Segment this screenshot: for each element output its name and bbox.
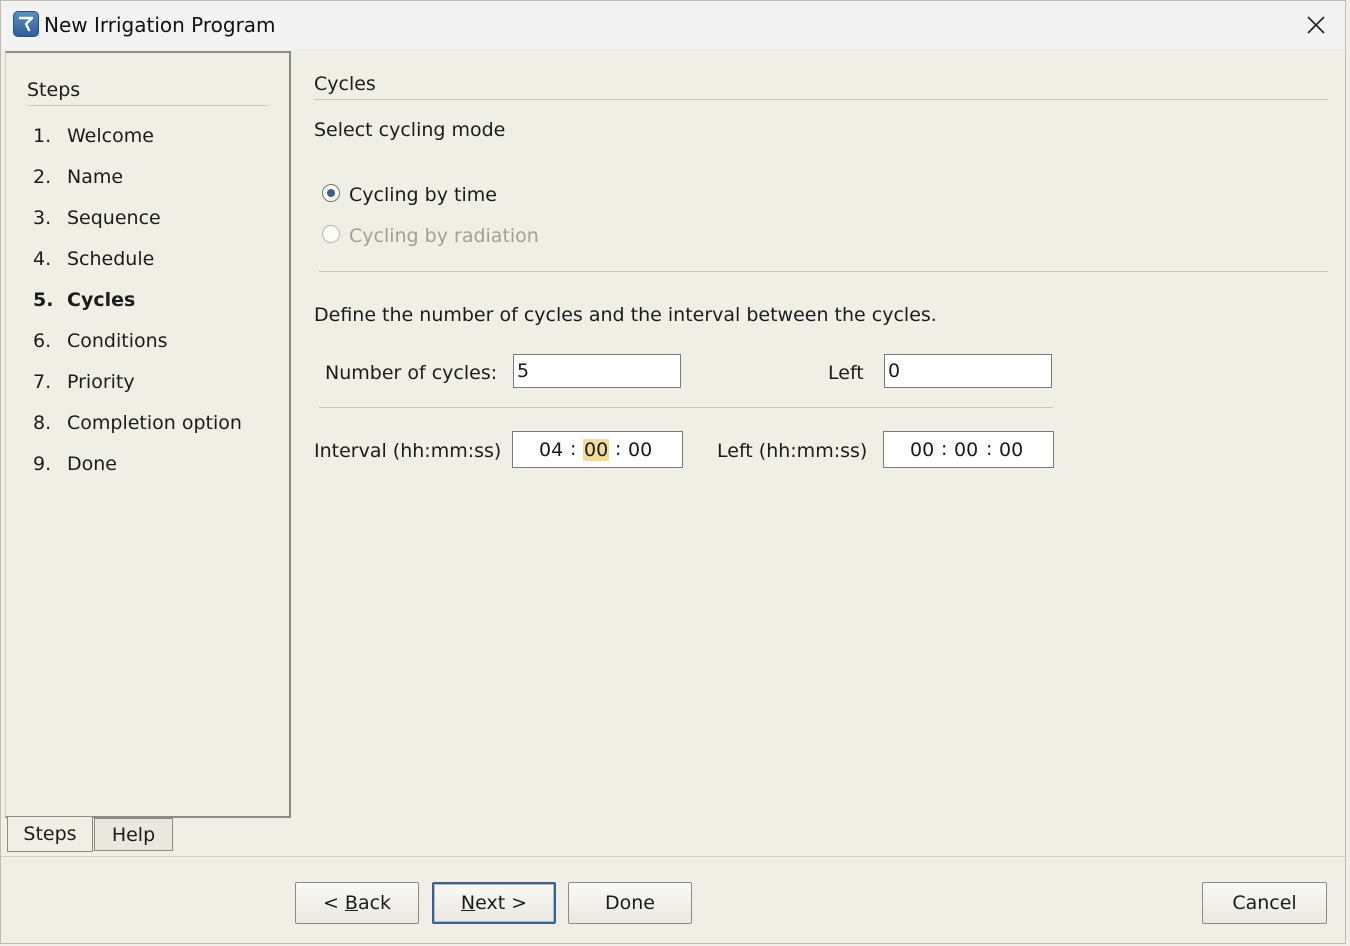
step-item-completion-option: 8. Completion option bbox=[33, 412, 242, 434]
left-cycles-label: Left bbox=[828, 362, 864, 384]
interval-seconds[interactable]: 00 bbox=[628, 439, 652, 461]
time-separator: : bbox=[570, 438, 577, 460]
tab-help[interactable]: Help bbox=[94, 818, 173, 851]
step-label: Cycles bbox=[67, 289, 136, 311]
interval-label: Interval (hh:mm:ss) bbox=[314, 440, 502, 462]
step-number: 9. bbox=[33, 453, 52, 475]
step-label: Sequence bbox=[67, 207, 161, 229]
back-button[interactable]: < Back bbox=[295, 882, 419, 924]
close-button[interactable] bbox=[1287, 1, 1345, 49]
step-item-name: 2. Name bbox=[33, 166, 123, 188]
step-number: 6. bbox=[33, 330, 52, 352]
define-cycles-text: Define the number of cycles and the inte… bbox=[314, 304, 937, 326]
close-icon bbox=[1307, 16, 1325, 34]
tab-steps[interactable]: Steps bbox=[7, 817, 93, 852]
step-number: 5. bbox=[33, 289, 54, 311]
interval-time-input[interactable]: 04 : 00 : 00 bbox=[512, 431, 683, 468]
interval-minutes[interactable]: 00 bbox=[583, 439, 610, 461]
step-number: 2. bbox=[33, 166, 52, 188]
step-item-conditions: 6. Conditions bbox=[33, 330, 168, 352]
section-title-divider bbox=[314, 99, 1328, 100]
back-prefix: < bbox=[322, 892, 345, 914]
next-button[interactable]: Next > bbox=[432, 882, 556, 924]
cancel-button[interactable]: Cancel bbox=[1202, 882, 1327, 924]
cycling-by-radiation-label[interactable]: Cycling by radiation bbox=[349, 225, 539, 247]
cycles-divider bbox=[319, 407, 1053, 408]
back-rest: ack bbox=[357, 892, 392, 914]
time-separator: : bbox=[941, 438, 948, 460]
step-label: Conditions bbox=[67, 330, 168, 352]
steps-panel: Steps 1. Welcome 2. Name 3. Sequence 4. Sche… bbox=[5, 51, 291, 818]
next-rest: ext > bbox=[475, 892, 528, 914]
step-number: 8. bbox=[33, 412, 52, 434]
step-label: Name bbox=[67, 166, 124, 188]
steps-heading: Steps bbox=[27, 79, 81, 101]
step-item-sequence: 3. Sequence bbox=[33, 207, 161, 229]
button-bar-divider bbox=[1, 856, 1347, 857]
step-number: 7. bbox=[33, 371, 52, 393]
left-hours: 00 bbox=[910, 439, 935, 461]
cycling-by-time-label[interactable]: Cycling by time bbox=[349, 184, 497, 206]
step-item-priority: 7. Priority bbox=[33, 371, 135, 393]
cycling-mode-prompt: Select cycling mode bbox=[314, 119, 506, 141]
left-time-label: Left (hh:mm:ss) bbox=[717, 440, 868, 462]
step-label: Schedule bbox=[67, 248, 155, 270]
left-minutes: 00 bbox=[954, 439, 979, 461]
time-separator: : bbox=[986, 438, 993, 460]
cycling-by-time-radio[interactable] bbox=[322, 184, 340, 202]
time-separator: : bbox=[615, 438, 622, 460]
interval-hours[interactable]: 04 bbox=[539, 439, 563, 461]
step-item-welcome: 1. Welcome bbox=[33, 125, 154, 147]
step-label: Welcome bbox=[67, 125, 154, 147]
step-item-done: 9. Done bbox=[33, 453, 117, 475]
back-mnemonic: B bbox=[344, 892, 358, 914]
app-icon bbox=[13, 11, 39, 37]
number-of-cycles-input[interactable]: 5 bbox=[513, 354, 681, 388]
number-of-cycles-label: Number of cycles: bbox=[325, 362, 498, 384]
steps-divider bbox=[27, 105, 269, 106]
step-number: 4. bbox=[33, 248, 52, 270]
step-label: Done bbox=[67, 453, 117, 475]
next-mnemonic: N bbox=[460, 892, 476, 914]
section-title: Cycles bbox=[314, 73, 376, 95]
step-number: 1. bbox=[33, 125, 52, 147]
title-bar: New Irrigation Program bbox=[1, 1, 1345, 49]
step-label: Priority bbox=[67, 371, 135, 393]
step-item-schedule: 4. Schedule bbox=[33, 248, 154, 270]
step-number: 3. bbox=[33, 207, 52, 229]
wizard-window: New Irrigation Program Steps 1. Welcome 2… bbox=[0, 0, 1347, 944]
cycling-by-radiation-radio[interactable] bbox=[322, 225, 340, 243]
step-item-cycles: 5. Cycles bbox=[33, 289, 135, 311]
left-time-field: 00 : 00 : 00 bbox=[883, 431, 1054, 468]
window-title: New Irrigation Program bbox=[44, 13, 276, 37]
step-label: Completion option bbox=[67, 412, 242, 434]
mode-divider bbox=[319, 271, 1328, 272]
left-cycles-field: 0 bbox=[884, 354, 1052, 388]
left-seconds: 00 bbox=[999, 439, 1024, 461]
done-button[interactable]: Done bbox=[568, 882, 692, 924]
